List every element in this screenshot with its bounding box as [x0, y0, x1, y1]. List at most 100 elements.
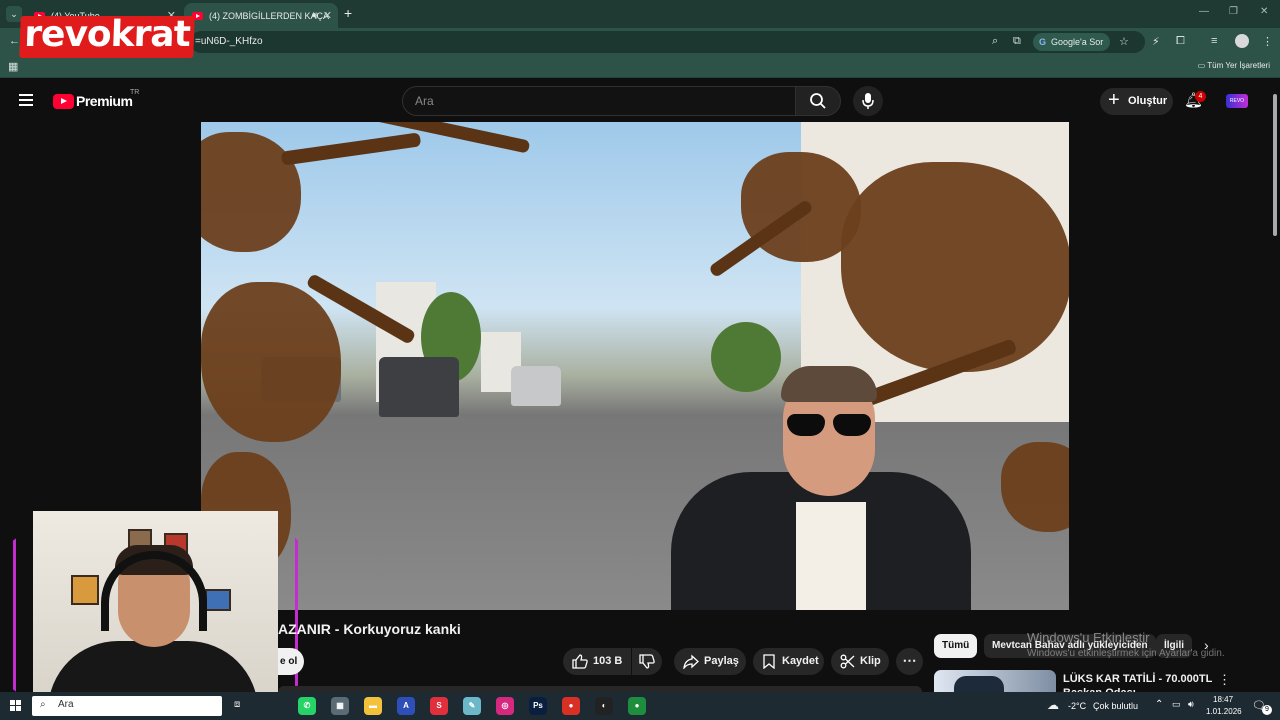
video-person-hair: [781, 366, 877, 402]
address-bar[interactable]: =uN6D-_KHfzo ⌕ ⧉ Google'a Sor ☆: [190, 31, 1145, 53]
chip-all[interactable]: Tümü: [934, 634, 978, 658]
restore-button[interactable]: ❐: [1229, 6, 1238, 17]
dislike-button[interactable]: [632, 648, 662, 675]
display-icon[interactable]: ▭: [1172, 699, 1181, 710]
all-bookmarks-label: Tüm Yer İşaretleri: [1207, 61, 1270, 70]
youtube-logo-icon[interactable]: [53, 94, 74, 109]
search-box: [402, 86, 796, 116]
activation-watermark-title: Windows'u Etkinleştir: [1027, 630, 1150, 645]
taskbar-search[interactable]: ⌕ Ara: [32, 696, 222, 716]
taskbar-chrome-profile-icon[interactable]: ●: [628, 697, 646, 715]
clock-time[interactable]: 18:47: [1213, 695, 1233, 704]
youtube-header: Premium TR Oluştur 🔔︎ 4 REVO: [0, 80, 1270, 122]
clock-date[interactable]: 1.01.2026: [1206, 707, 1242, 716]
clip-label: Klip: [860, 655, 881, 667]
video-tree: [711, 322, 781, 392]
back-arrow-icon[interactable]: ←: [9, 35, 20, 47]
video-car: [379, 357, 459, 417]
voice-search-button[interactable]: [853, 86, 883, 116]
video-car: [511, 366, 561, 406]
all-bookmarks-button[interactable]: ▭ Tüm Yer İşaretleri: [1198, 61, 1270, 70]
profile-avatar[interactable]: [1235, 34, 1249, 48]
scissors-icon: [840, 654, 855, 669]
like-count: 103 B: [593, 655, 623, 667]
thumbs-up-icon: [572, 654, 588, 669]
volume-icon[interactable]: 🔊︎: [1188, 699, 1194, 710]
bookmarks-bar: ▦ ▭ Tüm Yer İşaretleri: [0, 56, 1280, 78]
close-tab-icon[interactable]: ✕: [323, 9, 332, 22]
taskbar-app-red-icon[interactable]: S: [430, 697, 448, 715]
scrollbar-thumb[interactable]: [1273, 94, 1277, 236]
search-input[interactable]: [415, 94, 785, 108]
chevron-up-icon[interactable]: ⌃: [1155, 699, 1163, 710]
thumbs-down-icon: [639, 654, 655, 669]
webcam-frame-right: [276, 518, 298, 708]
close-window-button[interactable]: ✕: [1260, 6, 1268, 17]
taskbar-whatsapp-icon[interactable]: ✆: [298, 697, 316, 715]
clip-button[interactable]: Klip: [831, 648, 889, 675]
media-controls-icon[interactable]: ≡: [1211, 35, 1217, 47]
taskbar-notes-icon[interactable]: ✎: [463, 697, 481, 715]
activation-watermark-text: Windows'u etkinleştirmek için Ayarlar'a …: [1027, 648, 1225, 659]
country-code: TR: [130, 89, 140, 96]
chrome-menu-icon[interactable]: ⋮: [1262, 35, 1273, 48]
video-title: AZANIR - Korkuyoruz kanki: [278, 621, 461, 637]
zombie-hand: [201, 282, 341, 442]
taskbar-instagram-icon[interactable]: ◎: [496, 697, 514, 715]
subscribe-button[interactable]: e ol: [278, 648, 304, 675]
share-arrow-icon: [683, 654, 699, 669]
save-button[interactable]: Kaydet: [753, 648, 824, 675]
channel-avatar[interactable]: REVO: [1226, 94, 1248, 108]
taskbar-app-blue-icon[interactable]: A: [397, 697, 415, 715]
new-tab-button[interactable]: +: [344, 5, 352, 21]
tab-label: (4) ZOMBİGİLLERDEN KAÇA: [209, 10, 330, 21]
streamer-webcam: [33, 511, 278, 707]
apps-grid-icon[interactable]: ▦: [8, 60, 18, 73]
search-icon: [810, 93, 826, 109]
recommended-title-line: LÜKS KAR TATİLİ - 70.000TL: [1063, 673, 1213, 685]
microphone-icon: [862, 93, 874, 109]
more-actions-button[interactable]: ⋯: [896, 648, 923, 675]
save-label: Kaydet: [782, 655, 819, 667]
cloudy-weather-icon[interactable]: ☁︎: [1047, 698, 1059, 712]
zombie-hand: [1001, 442, 1069, 532]
bookmark-star-icon[interactable]: ☆: [1119, 35, 1129, 48]
taskbar-chrome-icon[interactable]: ●: [562, 697, 580, 715]
premium-logo-text[interactable]: Premium: [76, 93, 133, 109]
taskbar-photoshop-icon[interactable]: Ps: [529, 697, 547, 715]
windows-start-icon[interactable]: [10, 700, 22, 712]
notification-count-badge: 9: [1262, 705, 1272, 715]
task-view-icon[interactable]: ⧈: [234, 699, 240, 710]
brand-logo-overlay: revokrat: [19, 14, 195, 58]
menu-icon[interactable]: [19, 94, 33, 106]
tab-zombie-video[interactable]: (4) ZOMBİGİLLERDEN KAÇA 🔊︎ ✕: [184, 3, 338, 28]
zombie-finger: [280, 132, 422, 166]
taskbar-obs-icon[interactable]: ◐: [595, 697, 613, 715]
ask-google-button[interactable]: Google'a Sor: [1033, 33, 1111, 51]
wall-frame: [71, 575, 99, 605]
zombie-hand: [841, 162, 1069, 372]
url-text[interactable]: =uN6D-_KHfzo: [195, 36, 263, 47]
notification-badge: 4: [1195, 91, 1206, 102]
like-button[interactable]: 103 B: [563, 648, 631, 675]
create-button[interactable]: Oluştur: [1100, 87, 1173, 115]
bookmark-icon: [763, 654, 775, 669]
zoom-icon[interactable]: ⌕: [992, 35, 998, 48]
video-player[interactable]: [201, 122, 1069, 610]
taskbar-calculator-icon[interactable]: ▦: [331, 697, 349, 715]
page-scrollbar[interactable]: [1270, 80, 1280, 685]
weather-description[interactable]: Çok bulutlu: [1093, 701, 1138, 711]
more-vert-icon[interactable]: ⋮: [1218, 672, 1231, 688]
taskbar-search-label: Ara: [58, 699, 74, 710]
install-app-icon[interactable]: ⧉: [1013, 35, 1021, 48]
speaker-icon[interactable]: 🔊︎: [312, 10, 318, 21]
performance-icon[interactable]: ⚡︎: [1152, 35, 1160, 48]
extensions-icon[interactable]: ⧠: [1176, 35, 1185, 48]
share-label: Paylaş: [704, 655, 739, 667]
search-button[interactable]: [795, 86, 841, 116]
weather-temperature[interactable]: -2°C: [1068, 701, 1086, 711]
share-button[interactable]: Paylaş: [674, 648, 746, 675]
taskbar-file-explorer-icon[interactable]: ▬: [364, 697, 382, 715]
sunglasses: [787, 414, 871, 436]
minimize-button[interactable]: —: [1199, 6, 1209, 17]
